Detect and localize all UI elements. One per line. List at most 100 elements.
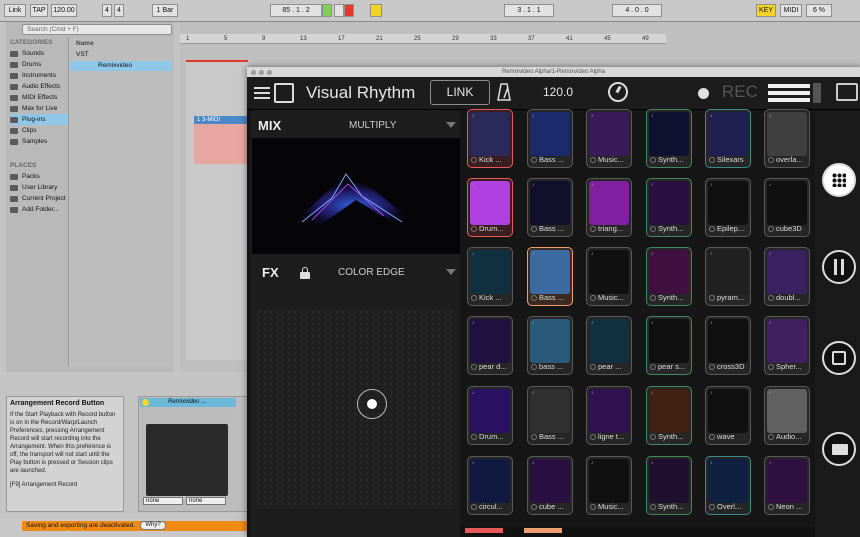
clip-tile[interactable]: ♪ triang... (586, 178, 632, 237)
tap-button[interactable]: TAP (30, 4, 48, 17)
clip-tile[interactable]: ♪ Drum... (467, 386, 513, 445)
clip-tile[interactable]: ♪ wave (705, 386, 751, 445)
arrangement-record-button[interactable] (344, 4, 354, 17)
record-dot-icon[interactable] (698, 88, 709, 99)
category-midi-effects[interactable]: MIDI Effects (10, 92, 68, 103)
close-window-icon[interactable] (251, 70, 256, 75)
list-item-remixvideo[interactable]: Remixvideo (70, 61, 172, 71)
quantization-menu[interactable]: 1 Bar (152, 4, 178, 17)
clip-tile[interactable]: ♪ Kick ... (467, 247, 513, 306)
tempo-knob-icon[interactable] (608, 82, 628, 102)
clip-tile[interactable]: ♪ Synth... (646, 109, 692, 168)
minimize-window-icon[interactable] (259, 70, 264, 75)
lock-icon[interactable] (300, 267, 310, 279)
name-column-header[interactable]: Name (70, 39, 172, 49)
clip-tile[interactable]: ♪ Drum... (467, 178, 513, 237)
fx-mode-select[interactable]: COLOR EDGE (338, 267, 405, 278)
files-view-button[interactable] (822, 432, 856, 466)
place-current-project[interactable]: Current Project (10, 193, 68, 204)
clip-tile[interactable]: ♪ overla... (764, 109, 810, 168)
automation-arm-button[interactable] (370, 4, 382, 17)
loop-start-field[interactable]: 3 . 1 . 1 (504, 4, 554, 17)
clip-tile[interactable]: ♪ Music... (586, 456, 632, 515)
clip-tile[interactable]: ♪ Silexars (705, 109, 751, 168)
clip-tile[interactable]: ♪ Bass ... (527, 109, 573, 168)
zoom-window-icon[interactable] (267, 70, 272, 75)
list-item-vst[interactable]: VST (70, 50, 172, 60)
clip-tile[interactable]: ♪ bass ... (527, 316, 573, 375)
plugin-title-bar[interactable]: Remixvideo Alpha/1-Remixvideo Alpha (247, 67, 860, 77)
clip-tile[interactable]: ♪ pyram... (705, 247, 751, 306)
clip-tile[interactable]: ♪ pear ... (586, 316, 632, 375)
arrangement-ruler[interactable]: 1 5 9 13 17 21 25 29 33 37 41 45 49 (180, 34, 666, 44)
clip-tile[interactable]: ♪ Music... (586, 247, 632, 306)
film-icon[interactable] (274, 83, 294, 103)
clip-tile[interactable]: ♪ Synth... (646, 178, 692, 237)
device-title[interactable]: Remixvideo ... (140, 398, 236, 407)
metronome-icon[interactable] (496, 82, 512, 102)
clip-tile[interactable]: ♪ Bass ... (527, 386, 573, 445)
menu-icon[interactable] (254, 85, 270, 101)
clip-tile[interactable]: ♪ Spher... (764, 316, 810, 375)
link-toggle-button[interactable]: LINK (430, 80, 490, 105)
category-sounds[interactable]: Sounds (10, 48, 68, 59)
clip-tile[interactable]: ♪ Epilep... (705, 178, 751, 237)
category-audio-effects[interactable]: Audio Effects (10, 81, 68, 92)
place-user-library[interactable]: User Library (10, 182, 68, 193)
time-sig-numerator[interactable]: 4 (102, 4, 112, 17)
category-plug-ins[interactable]: Plug-ins (10, 114, 68, 125)
clip-tile[interactable]: ♪ circul... (467, 456, 513, 515)
clip-tile[interactable]: ♪ Music... (586, 109, 632, 168)
clip-tile[interactable]: ♪ cube ... (527, 456, 573, 515)
category-clips[interactable]: Clips (10, 125, 68, 136)
fx-dropdown-icon[interactable] (446, 269, 456, 275)
midi-map-button[interactable]: MIDI (780, 4, 802, 17)
clip-tile[interactable]: ♪ Synth... (646, 386, 692, 445)
clip-tile[interactable]: ♪ Audio... (764, 386, 810, 445)
rec-button[interactable]: REC (722, 82, 758, 102)
tempo-field[interactable]: 120.00 (51, 4, 77, 17)
link-button[interactable]: Link (4, 4, 26, 17)
category-instruments[interactable]: Instruments (10, 70, 68, 81)
arrangement-grid[interactable] (186, 60, 248, 360)
key-map-button[interactable]: KEY (756, 4, 776, 17)
mix-dropdown-icon[interactable] (446, 122, 456, 128)
clip-tile[interactable]: ♪ Neon ... (764, 456, 810, 515)
why-button[interactable]: Why? (140, 521, 166, 530)
bpm-display[interactable]: 120.0 (543, 85, 573, 99)
browser-search-input[interactable]: Search (Cmd + F) (22, 24, 172, 35)
clip-tile[interactable]: ♪ Bass ... (527, 247, 573, 306)
time-sig-denominator[interactable]: 4 (114, 4, 124, 17)
clip-tile[interactable]: ♪ Bass ... (527, 178, 573, 237)
loop-length-field[interactable]: 4 . 0 . 0 (612, 4, 662, 17)
clip-tile[interactable]: ♪ doubl... (764, 247, 810, 306)
volume-fader[interactable] (813, 83, 821, 103)
song-position[interactable]: 85 . 1 . 2 (270, 4, 322, 17)
clip-tile[interactable]: ♪ Kick ... (467, 109, 513, 168)
mixer-view-button[interactable] (822, 250, 856, 284)
clip-tile[interactable]: ♪ cube3D (764, 178, 810, 237)
play-button[interactable] (322, 4, 332, 17)
device-select-a[interactable]: none (143, 497, 183, 505)
clip-tile[interactable]: ♪ Overl... (705, 456, 751, 515)
category-max-for-live[interactable]: Max for Live (10, 103, 68, 114)
fullscreen-icon[interactable] (836, 83, 858, 101)
clip-tile[interactable]: ♪ Synth... (646, 247, 692, 306)
place-packs[interactable]: Packs (10, 171, 68, 182)
midi-clip-header[interactable]: 1 3-MIDI (194, 116, 248, 124)
clip-tile[interactable]: ♪ ligne t... (586, 386, 632, 445)
device-power-icon[interactable] (142, 399, 149, 406)
category-samples[interactable]: Samples (10, 136, 68, 147)
clip-tile[interactable]: ♪ pear d... (467, 316, 513, 375)
mix-mode-select[interactable]: MULTIPLY (349, 120, 396, 131)
clip-tile[interactable]: ♪ cross3D (705, 316, 751, 375)
clip-tile[interactable]: ♪ Synth... (646, 456, 692, 515)
edit-view-button[interactable] (822, 341, 856, 375)
category-drums[interactable]: Drums (10, 59, 68, 70)
place-add-folder[interactable]: Add Folder... (10, 204, 68, 215)
clip-tile[interactable]: ♪ pear s... (646, 316, 692, 375)
device-select-b[interactable]: none (186, 497, 226, 505)
xy-pad[interactable] (256, 309, 456, 509)
stop-button[interactable] (334, 4, 344, 17)
grid-view-button[interactable] (822, 163, 856, 197)
